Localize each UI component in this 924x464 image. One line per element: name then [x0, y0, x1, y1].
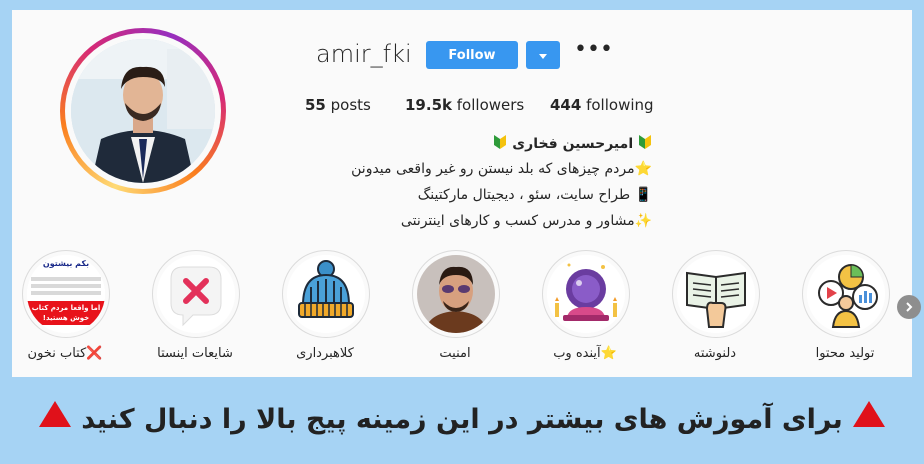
beginner-badge-icon	[493, 134, 507, 154]
posts-count: 55	[305, 96, 326, 114]
highlight-label: امنیت	[439, 346, 471, 361]
highlight-label: دلنوشته	[693, 346, 737, 361]
bio-line: ⭐مردم چیزهای که بلد نیستن رو غیر واقعی م…	[351, 161, 652, 177]
chevron-right-icon	[904, 298, 914, 317]
following-count: 444	[550, 96, 582, 114]
highlight-label: ⭐آینده وب	[553, 346, 617, 361]
highlight-content[interactable]	[802, 250, 890, 338]
crystal-ball-icon	[547, 255, 625, 333]
followers-label: followers	[456, 96, 525, 114]
follow-button[interactable]: Follow	[426, 41, 518, 69]
bio-line: 📱 طراح سایت، سئو ، دیجیتال مارکتینگ	[417, 187, 652, 203]
content-icon	[807, 255, 885, 333]
chevron-down-icon	[538, 46, 548, 65]
bio: امیرحسین فخاری ⭐مردم چیزهای که بلد نیستن…	[310, 134, 652, 234]
highlight-future-web[interactable]	[542, 250, 630, 338]
stat-posts: 55 posts	[305, 96, 371, 114]
profile-photo	[71, 39, 215, 183]
following-label: following	[586, 96, 654, 114]
display-name-row: امیرحسین فخاری	[310, 134, 652, 156]
stat-followers[interactable]: 19.5k followers	[405, 96, 524, 114]
followers-count: 19.5k	[405, 96, 452, 114]
highlight-rumors[interactable]	[152, 250, 240, 338]
highlight-diary[interactable]	[672, 250, 760, 338]
profile-card: amir_fki Follow ••• 55 posts 19.5k follo…	[12, 10, 921, 377]
highlight-scam[interactable]	[282, 250, 370, 338]
posts-label: posts	[330, 96, 371, 114]
beginner-badge-icon	[638, 134, 652, 154]
x-bubble-icon	[157, 255, 235, 333]
more-options-icon[interactable]: •••	[574, 38, 613, 68]
beanie-hat-icon	[287, 255, 365, 333]
book-hand-icon	[677, 255, 755, 333]
thumb-red-line: اما واقعا مردم کتاب خوش هستید!	[31, 304, 101, 322]
suggestions-dropdown-button[interactable]	[526, 41, 560, 69]
book-ad-icon: بکم بیشتون اما واقعا مردم کتاب خوش هستید…	[27, 255, 105, 333]
username: amir_fki	[316, 40, 412, 68]
stat-following[interactable]: 444 following	[550, 96, 654, 114]
next-highlights-button[interactable]	[897, 295, 921, 319]
warning-triangle-icon	[852, 393, 886, 449]
highlight-book[interactable]: بکم بیشتون اما واقعا مردم کتاب خوش هستید…	[22, 250, 110, 338]
highlight-label: کلاهبرداری	[296, 346, 354, 361]
warning-triangle-icon	[38, 393, 72, 449]
thumb-title: بکم بیشتون	[42, 259, 90, 268]
highlight-label: ❌کتاب نخون	[27, 346, 103, 361]
avatar[interactable]	[60, 28, 226, 194]
display-name: امیرحسین فخاری	[512, 136, 634, 152]
person-icon	[417, 255, 495, 333]
cta-banner: برای آموزش های بیشتر در این زمینه پیج با…	[0, 392, 924, 448]
bio-line: ✨مشاور و مدرس کسب و کارهای اینترنتی	[400, 213, 652, 229]
banner-text: برای آموزش های بیشتر در این زمینه پیج با…	[81, 404, 843, 435]
highlight-label: تولید محتوا	[815, 346, 875, 361]
highlight-security[interactable]	[412, 250, 500, 338]
highlight-label: شایعات اینستا	[157, 346, 233, 361]
page-frame: amir_fki Follow ••• 55 posts 19.5k follo…	[0, 0, 924, 464]
